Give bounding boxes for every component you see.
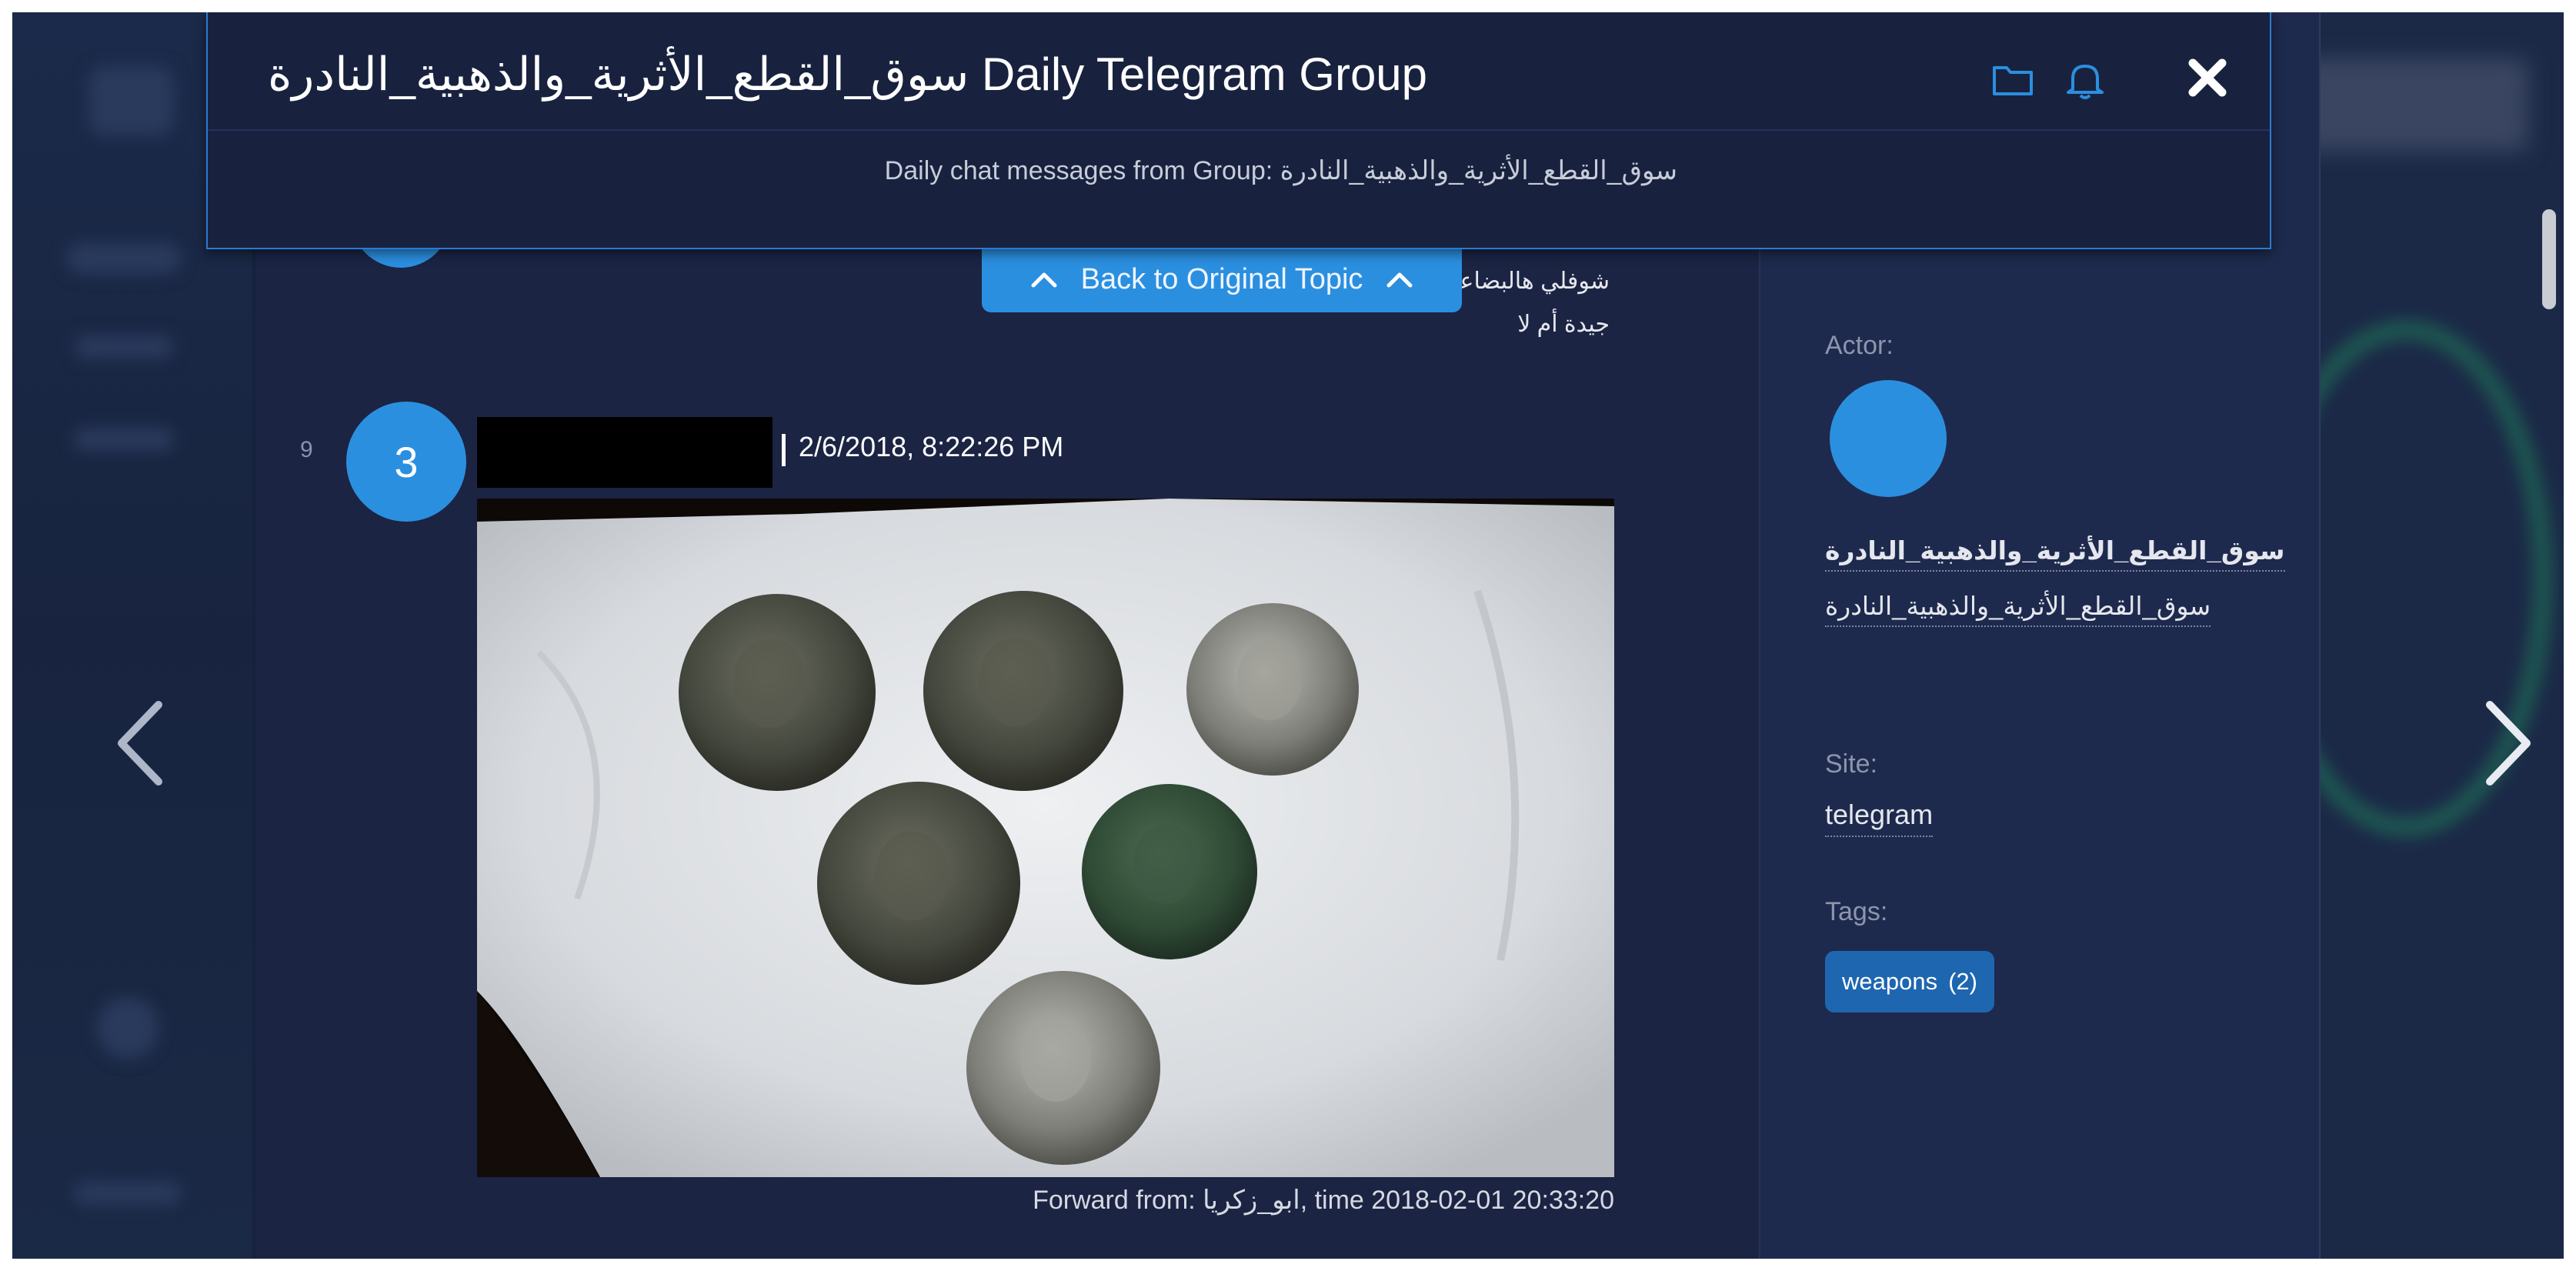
folder-icon[interactable] bbox=[1990, 57, 2036, 103]
bell-icon[interactable] bbox=[2062, 57, 2108, 103]
site-value-link[interactable]: telegram bbox=[1825, 799, 1934, 837]
avatar-label: 3 bbox=[394, 437, 419, 486]
message-photo[interactable] bbox=[477, 499, 1614, 1177]
background-topbar bbox=[2297, 58, 2528, 151]
page-subtitle: Daily chat messages from Group: سوق_القط… bbox=[884, 156, 1677, 185]
tag-count: (2) bbox=[1948, 968, 1977, 995]
modal-header: سوق_القطع_الأثرية_والذهبية_النادرة Daily… bbox=[206, 12, 2271, 249]
screen: شوفلي هالبضاعة جيدة أم لا Back to Origin… bbox=[12, 12, 2564, 1259]
page-title: سوق_القطع_الأثرية_والذهبية_النادرة Daily… bbox=[268, 48, 1428, 100]
actor-label: Actor: bbox=[1825, 331, 1894, 360]
chevron-up-icon bbox=[1386, 272, 1413, 288]
scrollbar-thumb[interactable] bbox=[2542, 209, 2556, 309]
previous-arrow-icon[interactable] bbox=[105, 689, 174, 797]
back-to-original-topic-button[interactable]: Back to Original Topic bbox=[982, 246, 1462, 312]
close-icon[interactable] bbox=[2182, 52, 2233, 103]
message-timestamp: 2/6/2018, 8:22:26 PM bbox=[799, 431, 1064, 462]
avatar[interactable]: 3 bbox=[346, 402, 466, 522]
actor-avatar[interactable] bbox=[1830, 380, 1947, 497]
redacted-username bbox=[477, 417, 772, 488]
separator bbox=[782, 434, 786, 466]
site-label: Site: bbox=[1825, 749, 1878, 779]
actor-name-link[interactable]: سوق_القطع_الأثرية_والذهبية_النادرة bbox=[1825, 535, 2285, 572]
tag-name: weapons bbox=[1842, 968, 1938, 995]
header-divider bbox=[208, 129, 2270, 131]
message-index: 9 bbox=[300, 437, 313, 462]
actor-handle-link[interactable]: سوق_القطع_الأثرية_والذهبية_النادرة bbox=[1825, 591, 2211, 627]
next-arrow-icon[interactable] bbox=[2474, 689, 2544, 797]
forward-info: Forward from: ابو_زكريا, time 2018-02-01… bbox=[1033, 1186, 1614, 1215]
tag-weapons[interactable]: weapons (2) bbox=[1825, 951, 1994, 1012]
chevron-up-icon bbox=[1031, 272, 1057, 288]
back-button-label: Back to Original Topic bbox=[1080, 262, 1363, 295]
tags-label: Tags: bbox=[1825, 897, 1888, 926]
